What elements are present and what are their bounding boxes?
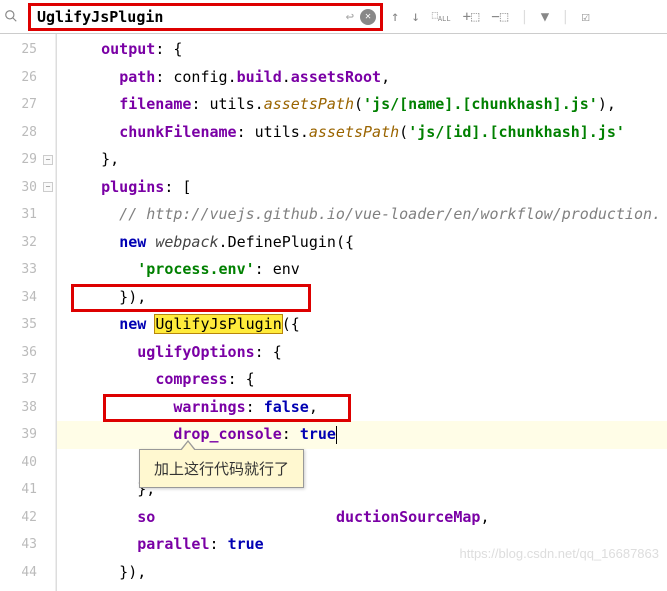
line-number: 40 xyxy=(0,449,55,477)
filter-icon[interactable]: ▼ xyxy=(541,9,549,25)
line-number: 32 xyxy=(0,229,55,257)
code-line: filename: utils.assetsPath('js/[name].[c… xyxy=(57,91,667,119)
line-number: 31 xyxy=(0,201,55,229)
line-gutter: 25 26 27 28 29− 30− 31 32 33 34 35 36 37… xyxy=(0,34,56,591)
line-number: 43 xyxy=(0,531,55,559)
settings-check-icon[interactable]: ☑ xyxy=(582,9,590,25)
line-number: 41 xyxy=(0,476,55,504)
line-number: 30− xyxy=(0,174,55,202)
prev-match-icon[interactable]: ↑ xyxy=(391,9,399,25)
search-input[interactable] xyxy=(31,6,321,28)
code-area[interactable]: output: { path: config.build.assetsRoot,… xyxy=(56,34,667,591)
line-number: 44 xyxy=(0,559,55,587)
code-editor: 25 26 27 28 29− 30− 31 32 33 34 35 36 37… xyxy=(0,34,667,591)
line-number: 25 xyxy=(0,36,55,64)
fold-icon[interactable]: − xyxy=(43,155,53,165)
next-match-icon[interactable]: ↓ xyxy=(411,9,419,25)
fold-icon[interactable]: − xyxy=(43,182,53,192)
line-number: 36 xyxy=(0,339,55,367)
code-line: so ductionSourceMap, xyxy=(57,504,667,532)
line-number: 39 xyxy=(0,421,55,449)
callout-text: 加上这行代码就行了 xyxy=(154,461,289,478)
code-line: uglifyOptions: { xyxy=(57,339,667,367)
search-icon xyxy=(4,9,20,25)
code-line: plugins: [ xyxy=(57,174,667,202)
line-number: 37 xyxy=(0,366,55,394)
line-number: 28 xyxy=(0,119,55,147)
search-input-container: ↩ ✕ xyxy=(28,3,383,31)
remove-selection-icon[interactable]: −⬚ xyxy=(491,9,508,25)
add-selection-icon[interactable]: +⬚ xyxy=(463,9,480,25)
divider: | xyxy=(520,9,528,25)
search-bar: ↩ ✕ ↑ ↓ ⬚ALL +⬚ −⬚ | ▼ | ☑ xyxy=(0,0,667,34)
code-line: parallel: true xyxy=(57,531,667,559)
code-line: new UglifyJsPlugin({ xyxy=(57,311,667,339)
line-number: 26 xyxy=(0,64,55,92)
line-number: 42 xyxy=(0,504,55,532)
search-match: UglifyJsPlugin xyxy=(155,315,281,333)
code-line: chunkFilename: utils.assetsPath('js/[id]… xyxy=(57,119,667,147)
code-line: path: config.build.assetsRoot, xyxy=(57,64,667,92)
code-line: 'process.env': env xyxy=(57,256,667,284)
code-line: compress: { xyxy=(57,366,667,394)
select-all-icon[interactable]: ⬚ALL xyxy=(432,10,451,23)
code-line: warnings: false, xyxy=(57,394,667,422)
enter-icon[interactable]: ↩ xyxy=(346,9,354,25)
line-number: 38 xyxy=(0,394,55,422)
text-cursor xyxy=(336,426,337,444)
search-toolbar: ↑ ↓ ⬚ALL +⬚ −⬚ | ▼ | ☑ xyxy=(391,9,590,25)
code-line: // http://vuejs.github.io/vue-loader/en/… xyxy=(57,201,667,229)
annotation-callout: 加上这行代码就行了 xyxy=(139,449,304,488)
code-line: drop_console: true xyxy=(57,421,667,449)
divider: | xyxy=(561,9,569,25)
line-number: 35 xyxy=(0,311,55,339)
code-line: }), xyxy=(57,284,667,312)
code-line: }), xyxy=(57,559,667,587)
code-line: }, xyxy=(57,146,667,174)
clear-search-icon[interactable]: ✕ xyxy=(360,9,376,25)
line-number: 27 xyxy=(0,91,55,119)
line-number: 33 xyxy=(0,256,55,284)
line-number: 34 xyxy=(0,284,55,312)
code-line: output: { xyxy=(57,36,667,64)
code-line: new webpack.DefinePlugin({ xyxy=(57,229,667,257)
line-number: 29− xyxy=(0,146,55,174)
